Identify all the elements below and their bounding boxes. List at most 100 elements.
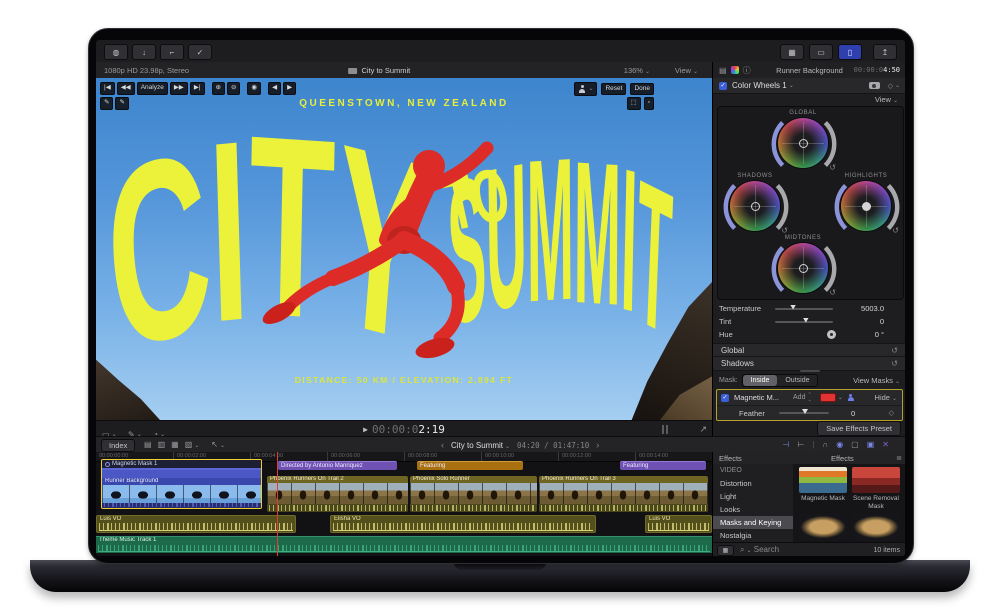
title-clip[interactable]: Featuring: [620, 461, 706, 470]
section-reset-icon[interactable]: ↺: [891, 359, 898, 368]
feather-slider[interactable]: [779, 412, 829, 414]
clip-vo-luis-2[interactable]: Luis VO: [645, 515, 712, 533]
keywords-icon[interactable]: ⌐: [160, 44, 184, 60]
clip-theme-music[interactable]: Theme Music Track 1: [96, 536, 712, 553]
video-inspector-icon[interactable]: ▤: [719, 66, 727, 75]
go-end-button[interactable]: ▶|: [190, 82, 205, 95]
mask-enabled-checkbox[interactable]: ✓: [721, 394, 729, 402]
effect-enabled-checkbox[interactable]: ✓: [719, 82, 727, 90]
playhead[interactable]: [277, 452, 278, 556]
color-inspector-icon[interactable]: [731, 66, 739, 74]
clip-phoenix-trail2[interactable]: Phoenix Runners On Trail 2: [267, 476, 408, 512]
temperature-value[interactable]: 5003.0: [861, 304, 884, 313]
clip-vo-elisha[interactable]: Elisha VO: [330, 515, 596, 533]
go-start-button[interactable]: |◀: [100, 82, 115, 95]
mask-hide-dropdown[interactable]: Hide⌄: [875, 393, 897, 402]
feather-value[interactable]: 0: [851, 409, 855, 418]
effect-row[interactable]: ✓ Color Wheels 1 ⌄ ◇ ⌄: [713, 78, 905, 94]
share-icon[interactable]: ↥: [873, 44, 897, 60]
info-inspector-icon[interactable]: ⓘ: [743, 65, 751, 76]
view-masks-dropdown[interactable]: View Masks⌄: [853, 376, 900, 385]
wheel-reset-icon[interactable]: ↺: [829, 163, 836, 172]
effects-view-toggle-icon[interactable]: ▦: [717, 545, 734, 556]
zoom-level-dropdown[interactable]: 136%⌄: [624, 66, 650, 75]
color-wheel-midtones[interactable]: MIDTONES ↺: [768, 235, 838, 293]
matte-view-icon[interactable]: ▫: [644, 97, 654, 110]
remove-stroke-button[interactable]: ⊖: [227, 82, 240, 95]
tint-value[interactable]: 0: [880, 317, 884, 326]
play-button[interactable]: ▶: [363, 425, 368, 434]
hue-dial[interactable]: [827, 330, 836, 339]
effects-search-field[interactable]: ⌕⌄ Search: [740, 545, 779, 555]
color-wheel-highlights[interactable]: HIGHLIGHTS ↺: [831, 173, 901, 231]
color-wheel-global[interactable]: GLOBAL ↺: [768, 110, 838, 168]
magnetic-mask-badge[interactable]: Magnetic Mask 1: [102, 460, 261, 468]
clip-phoenix-solo[interactable]: Phoenix Solo Runner: [410, 476, 537, 512]
magnetic-mask-row[interactable]: ✓ Magnetic M... Add ⌃⌄ ⌄ Hide⌄: [717, 390, 902, 406]
category-item-selected[interactable]: Masks and Keying: [713, 516, 793, 529]
mask-inside-outside-segmented[interactable]: Inside Outside: [742, 374, 819, 387]
display-toggle-icon[interactable]: ▭: [809, 44, 833, 60]
position-icon[interactable]: ⊢: [797, 440, 804, 449]
tint-slider[interactable]: [775, 321, 833, 323]
color-wheel-shadows[interactable]: SHADOWS ↺: [720, 173, 790, 231]
audio-skimming-icon[interactable]: ∩: [822, 440, 828, 449]
audio-meters-icon[interactable]: [662, 425, 668, 434]
subject-person-icon[interactable]: [847, 394, 855, 402]
title-clip[interactable]: Directed by Antonio Manriquez: [278, 461, 397, 470]
wheel-reset-icon[interactable]: ↺: [892, 226, 899, 235]
background-tasks-icon[interactable]: ✓: [188, 44, 212, 60]
keyframe-icon[interactable]: ◇: [888, 82, 893, 90]
category-item[interactable]: Light: [713, 490, 793, 503]
mask-inside-option[interactable]: Inside: [743, 375, 778, 386]
feather-keyframe-icon[interactable]: ◇: [889, 409, 894, 417]
temperature-slider[interactable]: [775, 308, 833, 310]
clip-phoenix-trail3[interactable]: Phoenix Runners On Trail 3: [539, 476, 708, 512]
insert-clip-icon[interactable]: ▤: [144, 440, 152, 449]
connect-clip-icon[interactable]: ▥: [158, 440, 166, 449]
hue-value[interactable]: 0 °: [875, 330, 884, 339]
clip-runner-background[interactable]: Magnetic Mask 1 Runner Background: [101, 459, 262, 509]
timeline[interactable]: 00:00:00:00 00:00:02:00 00:00:04:00 00:0…: [96, 452, 712, 556]
add-stroke-button[interactable]: ⊕: [212, 82, 225, 95]
timeline-project-dropdown[interactable]: City to Summit⌄: [451, 441, 510, 450]
category-item[interactable]: VIDEO: [713, 464, 793, 477]
index-button[interactable]: Index: [101, 439, 135, 452]
overwrite-clip-icon[interactable]: ▧⌄: [185, 440, 200, 449]
done-button[interactable]: Done: [630, 83, 654, 96]
tool-cursor-dropdown[interactable]: ↖⌄: [211, 440, 225, 449]
bounding-box-icon[interactable]: ⬚: [627, 97, 641, 110]
fullscreen-icon[interactable]: ↗: [699, 424, 707, 435]
category-item[interactable]: Nostalgia: [713, 529, 793, 542]
effect-thumb-scene-removal[interactable]: [852, 467, 900, 493]
prev-mask-button[interactable]: ◀: [268, 82, 281, 95]
section-reset-icon[interactable]: ↺: [891, 346, 898, 355]
step-forward-button[interactable]: ▶▶: [170, 82, 188, 95]
next-project-icon[interactable]: ›: [596, 440, 599, 450]
camera-icon[interactable]: [869, 82, 880, 89]
transitions-browser-icon[interactable]: ✕: [882, 440, 889, 449]
import-icon[interactable]: ↓: [132, 44, 156, 60]
browser-layout-icon[interactable]: ▦: [780, 44, 804, 60]
inspector-toggle-icon[interactable]: ▯: [838, 44, 862, 60]
wheel-reset-icon[interactable]: ↺: [781, 226, 788, 235]
view-dropdown[interactable]: View⌄: [675, 66, 698, 75]
media-import-icon[interactable]: ◍: [104, 44, 128, 60]
snapping-icon[interactable]: ▢: [851, 440, 859, 449]
save-effects-preset-button[interactable]: Save Effects Preset: [817, 421, 901, 436]
next-mask-button[interactable]: ▶: [283, 82, 296, 95]
add-stepper-icon[interactable]: ⌃⌄: [807, 393, 811, 403]
wheels-view-dropdown[interactable]: View⌄: [875, 95, 898, 104]
clip-vo-luis-1[interactable]: Luis VO: [96, 515, 296, 533]
skimming-icon[interactable]: ◉: [836, 440, 843, 449]
brush-erase-icon[interactable]: ✎: [115, 97, 128, 110]
title-clip[interactable]: Featuring: [417, 461, 523, 470]
category-item[interactable]: Looks: [713, 503, 793, 516]
reset-button[interactable]: Reset: [601, 83, 626, 96]
trim-icon[interactable]: ⊣: [782, 440, 789, 449]
effect-thumb[interactable]: [852, 514, 900, 540]
brush-add-icon[interactable]: ✎: [100, 97, 113, 110]
mask-outside-option[interactable]: Outside: [777, 375, 817, 386]
effect-thumb[interactable]: [799, 514, 847, 540]
user-menu-button[interactable]: ⌄: [574, 82, 597, 96]
